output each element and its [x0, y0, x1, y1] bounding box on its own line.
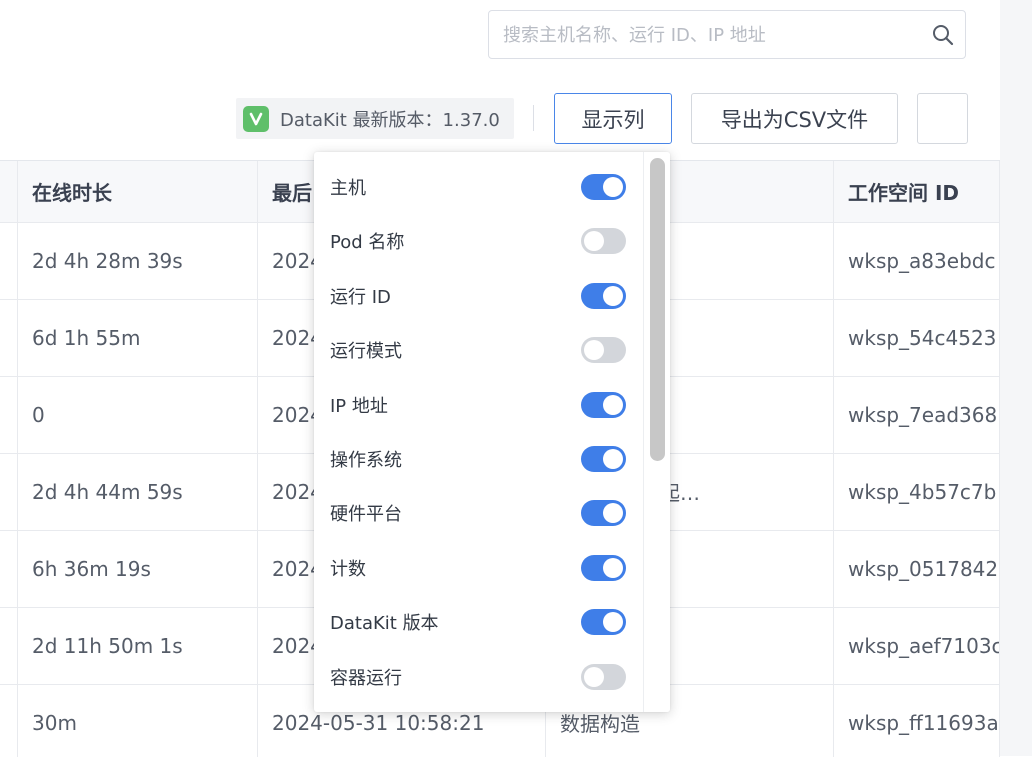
- export-csv-button[interactable]: 导出为CSV文件: [691, 93, 898, 144]
- column-toggle-item[interactable]: 运行模式: [314, 323, 644, 377]
- cell-workspace-id: wksp_7ead368: [834, 376, 1000, 453]
- search-input[interactable]: [501, 11, 925, 60]
- column-toggle-item[interactable]: 操作系统: [314, 432, 644, 486]
- cell-online-duration: 6d 1h 55m: [18, 299, 258, 376]
- column-toggle-item[interactable]: Pod 名称: [314, 214, 644, 268]
- column-toggle-switch[interactable]: [581, 609, 626, 636]
- toggle-knob: [603, 503, 623, 524]
- column-toggle-item[interactable]: 计数: [314, 541, 644, 595]
- cell-workspace-id: wksp_4b57c7b: [834, 453, 1000, 530]
- right-gutter: [1000, 0, 1032, 756]
- toggle-knob: [584, 340, 604, 361]
- cell-workspace-id: wksp_ff11693a: [834, 684, 1000, 757]
- datakit-logo-icon: [243, 105, 269, 132]
- cell-online-duration: 30m: [18, 684, 258, 757]
- row-select-cell[interactable]: [0, 453, 18, 530]
- column-toggle-item[interactable]: 容器运行: [314, 650, 644, 704]
- column-toggle-switch[interactable]: [581, 663, 626, 690]
- toggle-knob: [603, 285, 623, 306]
- cell-online-duration: 2d 4h 44m 59s: [18, 453, 258, 530]
- datakit-version-text: DataKit 最新版本：1.37.0: [280, 109, 500, 131]
- row-select-cell[interactable]: [0, 222, 18, 299]
- column-toggle-item[interactable]: 硬件平台: [314, 486, 644, 540]
- column-toggle-label: Pod 名称: [330, 232, 405, 254]
- cell-workspace-id: wksp_aef7103c: [834, 607, 1000, 684]
- column-toggle-switch[interactable]: [581, 337, 626, 364]
- column-toggle-switch[interactable]: [581, 554, 626, 581]
- column-toggle-switch[interactable]: [581, 446, 626, 472]
- datakit-version-badge: DataKit 最新版本：1.37.0: [236, 98, 514, 139]
- search-icon[interactable]: [932, 24, 954, 46]
- cell-workspace-id: wksp_a83ebdc: [834, 222, 1000, 299]
- header-workspace-id[interactable]: 工作空间 ID: [834, 161, 1000, 222]
- row-select-cell[interactable]: [0, 684, 18, 757]
- column-visibility-menu: 主机 Pod 名称 运行 ID 运行模式 IP 地址操作系统硬件平台计数 DataKit …: [314, 152, 670, 712]
- column-toggle-switch[interactable]: [581, 174, 626, 200]
- column-toggle-label: 计数: [330, 558, 366, 580]
- row-select-cell[interactable]: [0, 299, 18, 376]
- column-toggle-item[interactable]: DataKit 版本: [314, 595, 644, 649]
- toggle-knob: [603, 449, 623, 469]
- column-toggle-switch[interactable]: [581, 391, 626, 418]
- menu-scrollbar-thumb[interactable]: [650, 158, 665, 461]
- toolbar-divider: [533, 105, 534, 131]
- toggle-knob: [603, 557, 623, 578]
- toggle-knob: [584, 666, 604, 687]
- search-box[interactable]: [488, 10, 966, 60]
- header-online-duration[interactable]: 在线时长: [18, 161, 258, 222]
- toggle-knob: [584, 231, 604, 252]
- row-select-cell[interactable]: [0, 607, 18, 684]
- show-columns-button[interactable]: 显示列: [554, 93, 672, 144]
- cell-workspace-id: wksp_0517842: [834, 530, 1000, 607]
- cell-online-duration: 0: [18, 376, 258, 453]
- cell-workspace-id: wksp_54c4523: [834, 299, 1000, 376]
- column-toggle-switch[interactable]: [581, 282, 626, 309]
- column-toggle-item[interactable]: 主机: [314, 160, 644, 214]
- column-toggle-item[interactable]: 运行 ID: [314, 269, 644, 323]
- toggle-knob: [603, 612, 623, 633]
- column-toggle-label: 主机: [330, 178, 366, 199]
- cell-online-duration: 2d 4h 28m 39s: [18, 222, 258, 299]
- column-toggle-label: DataKit 版本: [330, 613, 439, 635]
- column-toggle-label: IP 地址: [330, 395, 388, 417]
- row-select-cell[interactable]: [0, 530, 18, 607]
- column-toggle-label: 容器运行: [330, 667, 402, 689]
- more-options-button[interactable]: [917, 93, 968, 144]
- column-toggle-label: 运行模式: [330, 341, 402, 363]
- row-select-cell[interactable]: [0, 376, 18, 453]
- toggle-knob: [603, 177, 623, 197]
- column-toggle-item[interactable]: IP 地址: [314, 378, 644, 432]
- column-toggle-label: 操作系统: [330, 450, 402, 471]
- toggle-knob: [603, 394, 623, 415]
- column-toggle-switch[interactable]: [581, 500, 626, 527]
- cell-online-duration: 6h 36m 19s: [18, 530, 258, 607]
- column-toggle-switch[interactable]: [581, 228, 626, 255]
- cell-online-duration: 2d 11h 50m 1s: [18, 607, 258, 684]
- column-toggle-label: 硬件平台: [330, 504, 402, 526]
- column-toggle-label: 运行 ID: [330, 286, 391, 308]
- header-cell-select: [0, 161, 18, 222]
